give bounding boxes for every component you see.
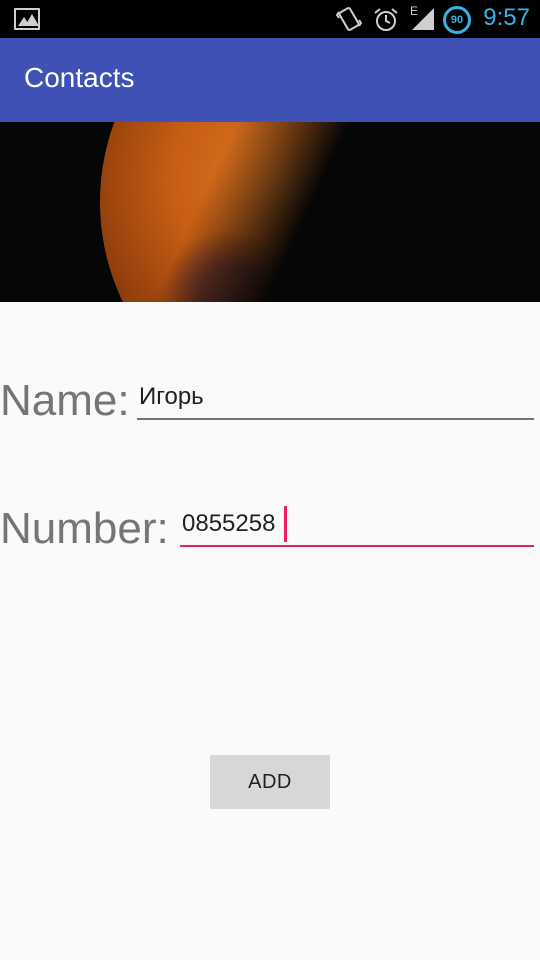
alarm-icon [374,8,398,31]
name-field[interactable] [137,376,534,420]
status-time: 9:57 [483,4,530,31]
number-label: Number: [0,504,169,553]
text-caret [284,506,287,542]
vibrate-icon [336,7,362,31]
gallery-icon [14,8,40,30]
number-row: Number: [0,496,540,556]
status-bar: E 90 9:57 [0,0,540,38]
name-row: Name: [0,370,540,430]
battery-icon: 90 [443,6,471,34]
name-label: Name: [0,376,130,425]
app-title: Contacts [24,62,135,93]
battery-level: 90 [450,14,464,26]
app-bar: Contacts [0,38,540,122]
number-field[interactable] [180,503,534,547]
header-image [0,122,540,302]
planet-shadow [0,122,540,302]
signal-icon [412,8,434,30]
add-button[interactable]: ADD [210,755,330,809]
